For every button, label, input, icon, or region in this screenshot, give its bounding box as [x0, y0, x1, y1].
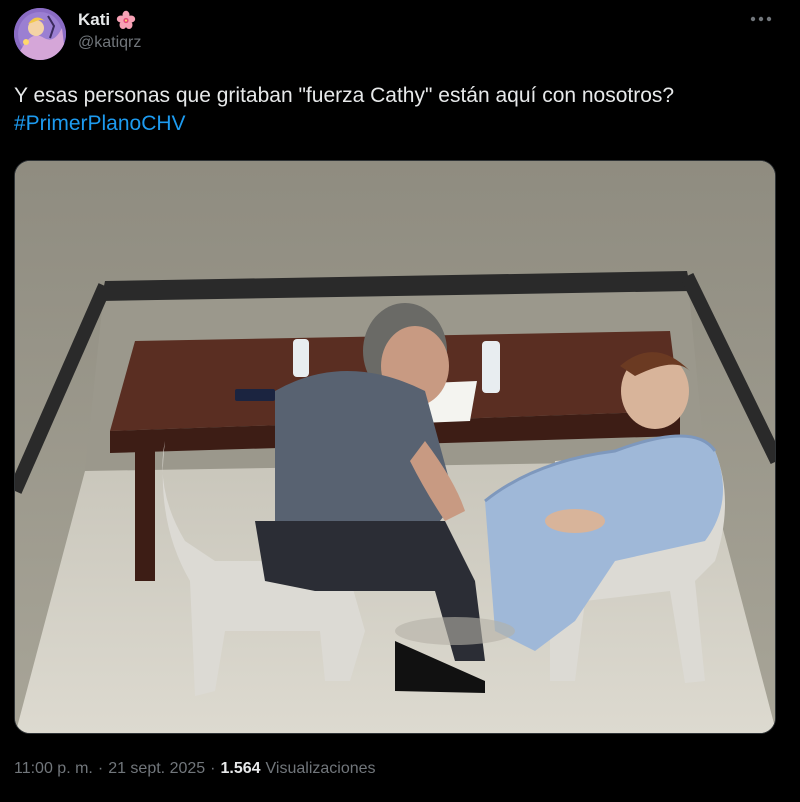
meta-separator: ·	[97, 760, 104, 777]
tweet-text: Y esas personas que gritaban "fuerza Cat…	[14, 82, 784, 138]
avatar[interactable]	[14, 8, 66, 60]
tweet-date[interactable]: 21 sept. 2025	[108, 760, 205, 778]
tweet: Kati @katiqrz Y esas personas que gritab…	[0, 0, 800, 802]
tweet-image[interactable]	[14, 160, 776, 734]
meta-separator: ·	[210, 760, 216, 777]
tweet-body: Y esas personas que gritaban "fuerza Cat…	[14, 84, 675, 107]
author-handle[interactable]: @katiqrz	[78, 34, 141, 52]
interrogation-room-photo	[15, 161, 775, 733]
author-name-row: Kati	[78, 10, 136, 30]
more-icon	[750, 16, 772, 22]
avatar-illustration-icon	[14, 8, 66, 60]
views-label: Visualizaciones	[265, 760, 376, 777]
more-button[interactable]	[744, 4, 778, 34]
hashtag-link[interactable]: #PrimerPlanoCHV	[14, 110, 784, 138]
views-count: 1.564	[220, 760, 261, 777]
flower-icon	[116, 10, 136, 30]
tweet-meta: 11:00 p. m. · 21 sept. 2025 · 1.564 Visu…	[14, 760, 376, 778]
author-display-name[interactable]: Kati	[78, 10, 110, 30]
tweet-time[interactable]: 11:00 p. m.	[14, 760, 93, 778]
